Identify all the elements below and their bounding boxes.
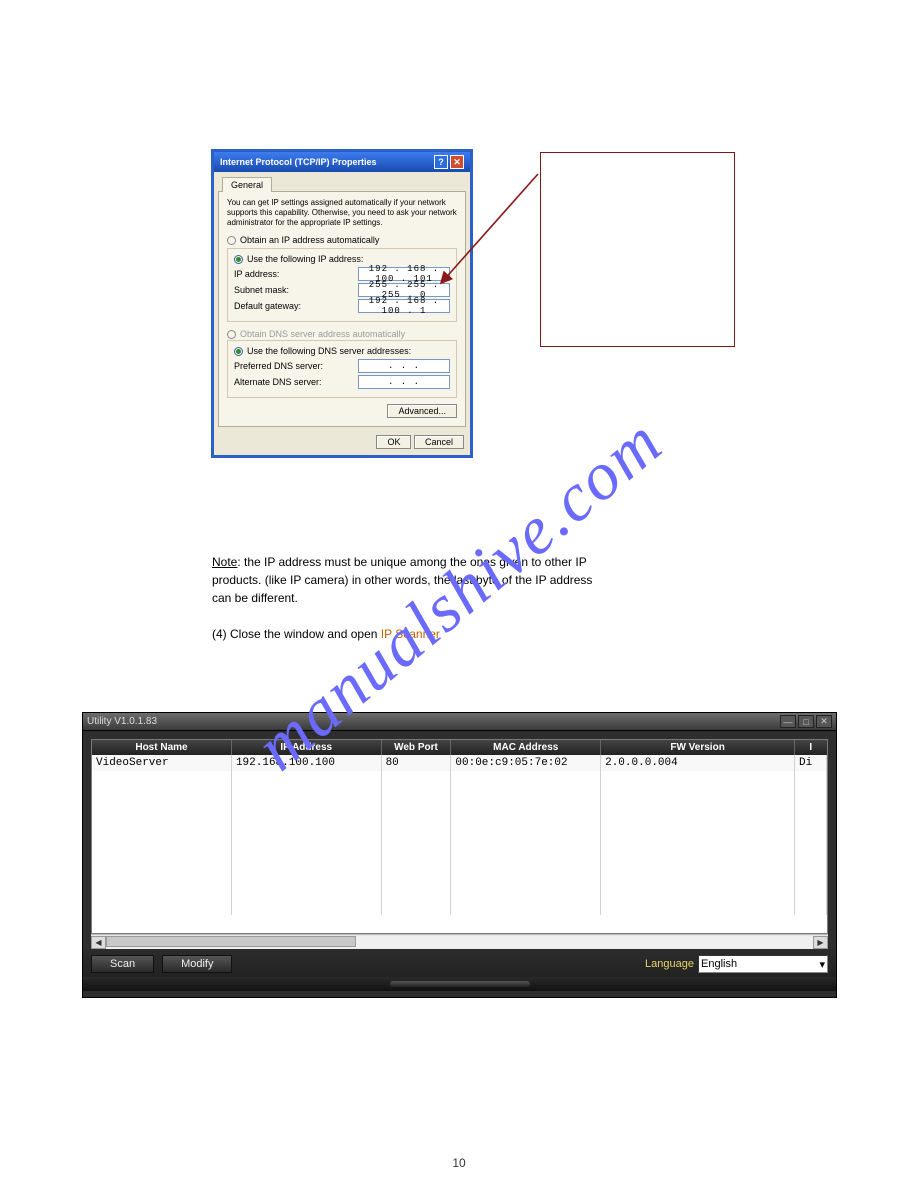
col-fw-version[interactable]: FW Version: [601, 740, 795, 755]
table-row: [92, 803, 827, 819]
chevron-down-icon: ▾: [819, 958, 825, 971]
col-web-port[interactable]: Web Port: [381, 740, 451, 755]
radio-label: Obtain an IP address automatically: [240, 235, 379, 245]
utility-titlebar[interactable]: Utility V1.0.1.83 — □ ✕: [83, 713, 836, 731]
radio-icon: [234, 255, 243, 264]
blank-annotation-box: [540, 152, 735, 347]
scroll-thumb[interactable]: [106, 936, 356, 947]
device-table: Host Name IP Address Web Port MAC Addres…: [91, 739, 828, 934]
ip-group: Use the following IP address: IP address…: [227, 248, 457, 322]
tcpip-properties-dialog: Internet Protocol (TCP/IP) Properties ? …: [212, 150, 472, 457]
help-icon[interactable]: ?: [434, 155, 448, 169]
dialog-titlebar[interactable]: Internet Protocol (TCP/IP) Properties ? …: [214, 152, 470, 172]
ip-scanner-link[interactable]: IP Scanner: [381, 627, 440, 641]
table-row: [92, 867, 827, 883]
scroll-track[interactable]: [106, 936, 813, 949]
radio-icon: [227, 236, 236, 245]
dialog-title: Internet Protocol (TCP/IP) Properties: [220, 157, 377, 167]
maximize-icon[interactable]: □: [798, 715, 814, 728]
scroll-left-icon[interactable]: ◀: [91, 936, 106, 949]
table-row: [92, 787, 827, 803]
ip-address-label: IP address:: [234, 269, 358, 279]
radio-use-following-dns[interactable]: Use the following DNS server addresses:: [234, 345, 450, 357]
note-label: Note: [212, 555, 237, 569]
table-row: [92, 883, 827, 899]
step-text: (4) Close the window and open: [212, 627, 381, 641]
close-icon[interactable]: ✕: [816, 715, 832, 728]
alternate-dns-field[interactable]: . . .: [358, 375, 450, 389]
cell-mac: 00:0e:c9:05:7e:02: [451, 755, 601, 771]
language-select[interactable]: English ▾: [698, 955, 828, 973]
modify-button[interactable]: Modify: [162, 955, 232, 973]
preferred-dns-label: Preferred DNS server:: [234, 361, 358, 371]
advanced-button[interactable]: Advanced...: [387, 404, 457, 418]
body-text: Note: the IP address must be unique amon…: [212, 553, 742, 643]
radio-obtain-ip-auto[interactable]: Obtain an IP address automatically: [227, 234, 457, 246]
table-header-row: Host Name IP Address Web Port MAC Addres…: [92, 740, 827, 755]
note-text-2: products. (like IP camera) in other word…: [212, 571, 742, 589]
table-row[interactable]: VideoServer 192.168.100.100 80 00:0e:c9:…: [92, 755, 827, 771]
default-gateway-label: Default gateway:: [234, 301, 358, 311]
subnet-mask-field[interactable]: 255 . 255 . 255 . 0: [358, 283, 450, 297]
page-number: 10: [0, 1156, 918, 1170]
cell-ip: 192.168.100.100: [231, 755, 381, 771]
col-trailing[interactable]: I: [795, 740, 827, 755]
dns-group: Use the following DNS server addresses: …: [227, 340, 457, 398]
utility-title: Utility V1.0.1.83: [87, 716, 157, 727]
cell-port: 80: [381, 755, 451, 771]
language-label: Language: [645, 958, 694, 970]
cell-host: VideoServer: [92, 755, 231, 771]
default-gateway-field[interactable]: 192 . 168 . 100 . 1: [358, 299, 450, 313]
utility-window: Utility V1.0.1.83 — □ ✕ Host Name IP Add…: [82, 712, 837, 998]
tab-general[interactable]: General: [222, 177, 272, 192]
ip-address-field[interactable]: 192 . 168 . 100 . 101: [358, 267, 450, 281]
help-text: You can get IP settings assigned automat…: [227, 198, 457, 228]
radio-label: Use the following DNS server addresses:: [247, 346, 411, 356]
col-mac-address[interactable]: MAC Address: [451, 740, 601, 755]
radio-icon: [227, 330, 236, 339]
scan-button[interactable]: Scan: [91, 955, 154, 973]
language-value: English: [701, 958, 737, 970]
alternate-dns-label: Alternate DNS server:: [234, 377, 358, 387]
cancel-button[interactable]: Cancel: [414, 435, 464, 449]
table-row: [92, 835, 827, 851]
table-row: [92, 851, 827, 867]
col-host-name[interactable]: Host Name: [92, 740, 231, 755]
radio-label: Obtain DNS server address automatically: [240, 329, 405, 339]
table-row: [92, 819, 827, 835]
minimize-icon[interactable]: —: [780, 715, 796, 728]
radio-obtain-dns-auto: Obtain DNS server address automatically: [227, 328, 457, 340]
window-footer: [83, 977, 836, 991]
col-ip-address[interactable]: IP Address: [231, 740, 381, 755]
radio-label: Use the following IP address:: [247, 254, 363, 264]
close-icon[interactable]: ✕: [450, 155, 464, 169]
note-text: : the IP address must be unique among th…: [237, 555, 586, 569]
cell-trail: Di: [795, 755, 827, 771]
ok-button[interactable]: OK: [376, 435, 411, 449]
radio-icon: [234, 347, 243, 356]
horizontal-scrollbar[interactable]: ◀ ▶: [91, 934, 828, 949]
scroll-right-icon[interactable]: ▶: [813, 936, 828, 949]
note-text-3: can be different.: [212, 589, 742, 607]
table-row: [92, 771, 827, 787]
subnet-mask-label: Subnet mask:: [234, 285, 358, 295]
cell-fw: 2.0.0.0.004: [601, 755, 795, 771]
preferred-dns-field[interactable]: . . .: [358, 359, 450, 373]
table-row: [92, 899, 827, 915]
